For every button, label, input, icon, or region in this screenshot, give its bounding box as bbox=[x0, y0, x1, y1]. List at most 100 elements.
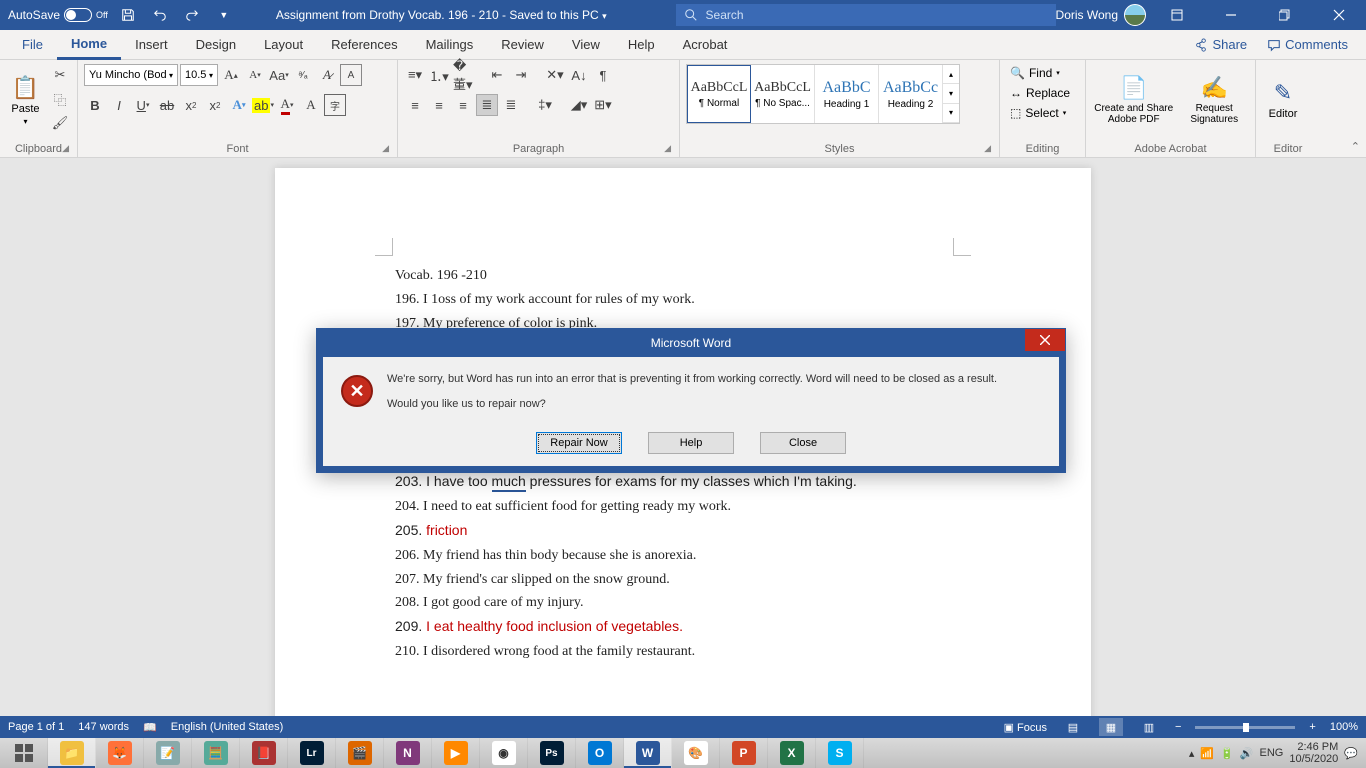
start-button[interactable] bbox=[0, 738, 48, 768]
taskbar-outlook[interactable]: O bbox=[576, 738, 624, 768]
style-heading-2[interactable]: AaBbCcHeading 2 bbox=[879, 65, 943, 123]
subscript-button[interactable]: x2 bbox=[180, 94, 202, 116]
minimize-button[interactable] bbox=[1208, 0, 1254, 30]
taskbar-lightroom[interactable]: Lr bbox=[288, 738, 336, 768]
font-name-select[interactable]: Yu Mincho (Bod▾ bbox=[84, 64, 178, 86]
share-button[interactable]: Share bbox=[1184, 37, 1257, 52]
zoom-out-button[interactable]: − bbox=[1175, 721, 1181, 733]
user-account[interactable]: Doris Wong bbox=[1056, 4, 1146, 26]
tab-design[interactable]: Design bbox=[182, 30, 250, 60]
format-painter-button[interactable]: 🖌 bbox=[49, 112, 71, 134]
font-size-select[interactable]: 10.5▾ bbox=[180, 64, 218, 86]
taskbar-paint[interactable]: 🎨 bbox=[672, 738, 720, 768]
notifications-icon[interactable]: 💬 bbox=[1344, 747, 1358, 760]
taskbar-skype[interactable]: S bbox=[816, 738, 864, 768]
comments-button[interactable]: Comments bbox=[1257, 37, 1358, 52]
close-dialog-button[interactable]: Close bbox=[760, 432, 846, 454]
taskbar-app-1[interactable]: 📝 bbox=[144, 738, 192, 768]
taskbar-firefox[interactable]: 🦊 bbox=[96, 738, 144, 768]
autosave-toggle[interactable]: AutoSave Off bbox=[8, 8, 108, 22]
taskbar-word[interactable]: W bbox=[624, 738, 672, 768]
ribbon-display-button[interactable] bbox=[1154, 0, 1200, 30]
style-heading-1[interactable]: AaBbCHeading 1 bbox=[815, 65, 879, 123]
help-button[interactable]: Help bbox=[648, 432, 734, 454]
create-pdf-button[interactable]: 📄 Create and Share Adobe PDF bbox=[1092, 64, 1175, 136]
align-left-button[interactable]: ≡ bbox=[404, 94, 426, 116]
character-shading-button[interactable]: A bbox=[300, 94, 322, 116]
spellcheck-icon[interactable]: 📖 bbox=[143, 721, 157, 734]
align-center-button[interactable]: ≡ bbox=[428, 94, 450, 116]
close-button[interactable] bbox=[1316, 0, 1362, 30]
clock[interactable]: 2:46 PM 10/5/2020 bbox=[1289, 741, 1338, 765]
taskbar-app-3[interactable]: 📕 bbox=[240, 738, 288, 768]
editor-button[interactable]: ✎ Editor bbox=[1262, 64, 1304, 136]
wifi-icon[interactable]: 📶 bbox=[1200, 747, 1214, 760]
style-normal[interactable]: AaBbCcL¶ Normal bbox=[687, 65, 751, 123]
bullets-button[interactable]: ≡▾ bbox=[404, 64, 426, 86]
find-button[interactable]: 🔍Find▾ bbox=[1006, 64, 1074, 82]
print-layout-button[interactable]: ▦ bbox=[1099, 718, 1123, 736]
underline-button[interactable]: U▾ bbox=[132, 94, 154, 116]
clipboard-launcher[interactable]: ◢ bbox=[62, 143, 69, 154]
taskbar-media[interactable]: ▶ bbox=[432, 738, 480, 768]
request-signatures-button[interactable]: ✍ Request Signatures bbox=[1179, 64, 1249, 136]
tab-view[interactable]: View bbox=[558, 30, 614, 60]
zoom-in-button[interactable]: + bbox=[1309, 721, 1315, 733]
asian-layout-button[interactable]: ✕▾ bbox=[544, 64, 566, 86]
dialog-title-bar[interactable]: Microsoft Word bbox=[317, 329, 1065, 357]
shading-button[interactable]: ◢▾ bbox=[568, 94, 590, 116]
tab-file[interactable]: File bbox=[8, 30, 57, 60]
sort-button[interactable]: A↓ bbox=[568, 64, 590, 86]
focus-mode-button[interactable]: ▣ Focus bbox=[1004, 721, 1047, 734]
sound-icon[interactable]: 🔊 bbox=[1240, 747, 1254, 760]
taskbar-powerpoint[interactable]: P bbox=[720, 738, 768, 768]
style-no-spacing[interactable]: AaBbCcL¶ No Spac... bbox=[751, 65, 815, 123]
shrink-font-button[interactable]: A▾ bbox=[244, 64, 266, 86]
status-page[interactable]: Page 1 of 1 bbox=[8, 721, 64, 733]
justify-button[interactable]: ≣ bbox=[476, 94, 498, 116]
zoom-slider[interactable] bbox=[1195, 726, 1295, 729]
character-border-button[interactable]: 字 bbox=[324, 94, 346, 116]
search-box[interactable]: Search bbox=[676, 4, 1056, 26]
show-marks-button[interactable]: ¶ bbox=[592, 64, 614, 86]
status-language[interactable]: English (United States) bbox=[171, 721, 284, 733]
enclose-characters-button[interactable]: A bbox=[340, 64, 362, 86]
align-right-button[interactable]: ≡ bbox=[452, 94, 474, 116]
distributed-button[interactable]: ≣ bbox=[500, 94, 522, 116]
save-button[interactable] bbox=[116, 3, 140, 27]
grow-font-button[interactable]: A▴ bbox=[220, 64, 242, 86]
battery-icon[interactable]: 🔋 bbox=[1220, 747, 1234, 760]
multilevel-list-button[interactable]: �董▾ bbox=[452, 64, 474, 86]
tab-review[interactable]: Review bbox=[487, 30, 558, 60]
taskbar-photoshop[interactable]: Ps bbox=[528, 738, 576, 768]
read-mode-button[interactable]: ▤ bbox=[1061, 718, 1085, 736]
taskbar-excel[interactable]: X bbox=[768, 738, 816, 768]
superscript-button[interactable]: x2 bbox=[204, 94, 226, 116]
web-layout-button[interactable]: ▥ bbox=[1137, 718, 1161, 736]
numbering-button[interactable]: ⒈▾ bbox=[428, 64, 450, 86]
tab-home[interactable]: Home bbox=[57, 30, 121, 60]
change-case-button[interactable]: Aa▾ bbox=[268, 64, 290, 86]
gallery-up[interactable]: ▴ bbox=[943, 65, 959, 84]
undo-button[interactable] bbox=[148, 3, 172, 27]
tab-help[interactable]: Help bbox=[614, 30, 669, 60]
taskbar-explorer[interactable]: 📁 bbox=[48, 738, 96, 768]
copy-button[interactable]: ⿻ bbox=[49, 88, 71, 110]
italic-button[interactable]: I bbox=[108, 94, 130, 116]
replace-button[interactable]: ↔Replace bbox=[1006, 84, 1074, 102]
taskbar-chrome[interactable]: ◉ bbox=[480, 738, 528, 768]
phonetic-guide-button[interactable]: ᵃ⁄ₐ bbox=[292, 64, 314, 86]
tab-mailings[interactable]: Mailings bbox=[412, 30, 488, 60]
collapse-ribbon-button[interactable]: ⌃ bbox=[1351, 140, 1360, 153]
gallery-down[interactable]: ▾ bbox=[943, 84, 959, 103]
tray-lang[interactable]: ENG bbox=[1260, 747, 1284, 759]
tab-references[interactable]: References bbox=[317, 30, 411, 60]
tab-acrobat[interactable]: Acrobat bbox=[669, 30, 742, 60]
redo-button[interactable] bbox=[180, 3, 204, 27]
zoom-level[interactable]: 100% bbox=[1330, 721, 1358, 733]
font-color-button[interactable]: A▾ bbox=[276, 94, 298, 116]
tab-insert[interactable]: Insert bbox=[121, 30, 182, 60]
text-effects-button[interactable]: A▾ bbox=[228, 94, 250, 116]
system-tray[interactable]: ▴ 📶 🔋 🔊 ENG 2:46 PM 10/5/2020 💬 bbox=[1189, 741, 1366, 765]
clear-formatting-button[interactable]: A̷ bbox=[316, 64, 338, 86]
